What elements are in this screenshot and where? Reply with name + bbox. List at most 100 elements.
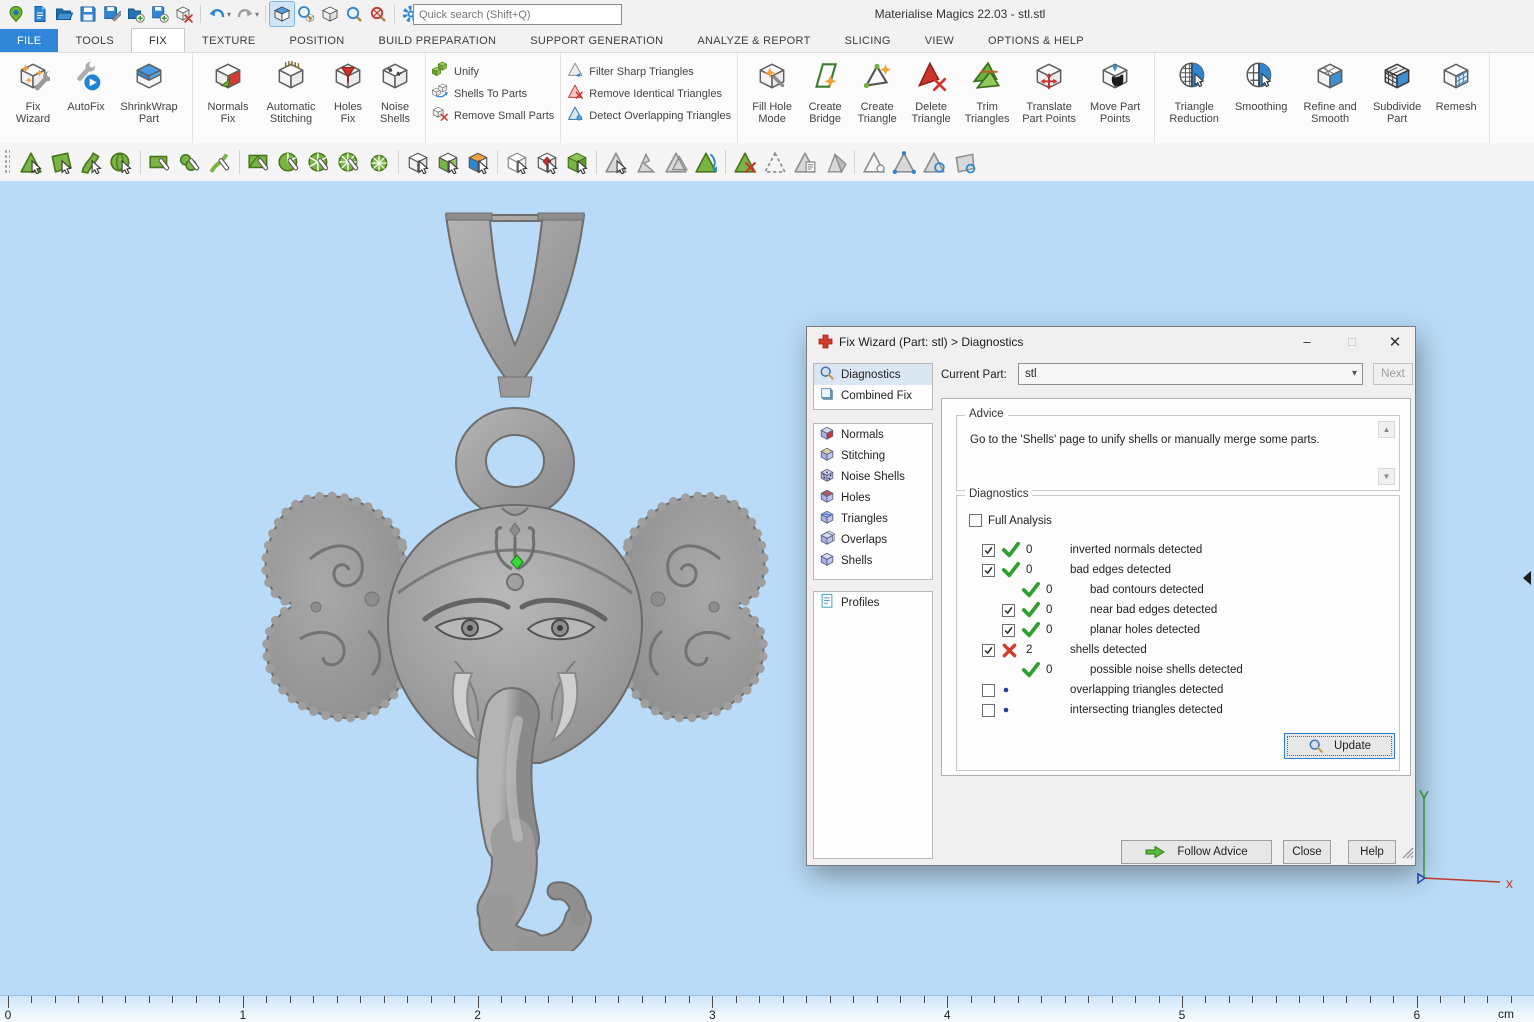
checkbox-overlapping-triangles-detected[interactable] — [982, 684, 995, 697]
autofix-button[interactable]: AutoFix — [63, 55, 109, 113]
unload-part-icon[interactable] — [172, 2, 196, 26]
zoom-in-icon[interactable] — [342, 2, 366, 26]
open-folder-icon[interactable] — [52, 2, 76, 26]
tab-texture[interactable]: TEXTURE — [185, 29, 272, 53]
refine-and-smooth-button[interactable]: Refine and Smooth — [1298, 55, 1362, 125]
undo-icon[interactable] — [205, 2, 229, 26]
checkbox-inverted-normals-detected[interactable] — [982, 544, 995, 557]
normals-fix-button[interactable]: Normals Fix — [202, 55, 254, 125]
next-button[interactable]: Next — [1373, 363, 1413, 385]
redo-dropdown-icon[interactable]: ▾ — [255, 10, 259, 19]
mark-rectangle-icon[interactable] — [146, 148, 174, 176]
automatic-stitching-button[interactable]: Automatic Stitching — [260, 55, 322, 125]
close-window-icon[interactable]: ✕ — [1375, 327, 1415, 356]
triangle-dashed-icon[interactable] — [761, 148, 789, 176]
fit-view-icon[interactable] — [270, 2, 294, 26]
remove-small-parts-button[interactable]: Remove Small Parts — [432, 105, 554, 127]
mark-curve-icon[interactable] — [206, 148, 234, 176]
checkbox-intersecting-triangles-detected[interactable] — [982, 704, 995, 717]
stl-model-ganesha-pendant[interactable] — [250, 191, 790, 956]
detect-overlapping-triangles-button[interactable]: Detect Overlapping Triangles — [567, 105, 731, 127]
checkbox-shells-detected[interactable] — [982, 644, 995, 657]
scroll-up-icon[interactable]: ▲ — [1378, 421, 1395, 438]
mark-pie-icon[interactable] — [275, 148, 303, 176]
triangle-dots-icon[interactable] — [890, 148, 918, 176]
tab-build-preparation[interactable]: BUILD PREPARATION — [361, 29, 513, 53]
shells-to-parts-button[interactable]: Shells To Parts — [432, 83, 554, 105]
dialog-titlebar[interactable]: Fix Wizard (Part: stl) > Diagnostics – □… — [807, 327, 1415, 357]
full-analysis-checkbox[interactable] — [969, 514, 982, 527]
search-input[interactable] — [413, 4, 622, 25]
remesh-button[interactable]: Remesh — [1432, 55, 1480, 113]
zoom-out-icon[interactable] — [366, 2, 390, 26]
create-triangle-button[interactable]: Create Triangle — [853, 55, 901, 125]
tab-slicing[interactable]: SLICING — [828, 29, 908, 53]
delete-triangle-button[interactable]: Delete Triangle — [907, 55, 955, 125]
move-part-points-button[interactable]: Move Part Points — [1085, 55, 1145, 125]
shrinkwrap-part-button[interactable]: ShrinkWrap Part — [115, 55, 183, 125]
create-bridge-button[interactable]: Create Bridge — [803, 55, 847, 125]
smoothing-button[interactable]: Smoothing — [1230, 55, 1292, 113]
wizard-page-triangles[interactable]: Triangles — [814, 508, 932, 529]
undo-dropdown-icon[interactable]: ▾ — [227, 10, 231, 19]
triangle-view-icon[interactable] — [602, 148, 630, 176]
wizard-page-holes[interactable]: Holes — [814, 487, 932, 508]
redo-icon[interactable] — [233, 2, 257, 26]
resize-grip[interactable] — [1400, 845, 1414, 864]
triangle-arrows-icon[interactable] — [692, 148, 720, 176]
triangle-info-icon[interactable] — [791, 148, 819, 176]
wizard-page-stitching[interactable]: Stitching — [814, 445, 932, 466]
tab-fix[interactable]: FIX — [131, 28, 185, 53]
follow-advice-button[interactable]: Follow Advice — [1121, 840, 1272, 864]
quad-ring-icon[interactable] — [950, 148, 978, 176]
holes-fix-button[interactable]: Holes Fix — [328, 55, 368, 125]
select-cube-dark-icon[interactable] — [563, 148, 591, 176]
triangle-reduction-button[interactable]: Triangle Reduction — [1164, 55, 1224, 125]
new-file-icon[interactable] — [28, 2, 52, 26]
wizard-page-combined-fix[interactable]: Combined Fix — [814, 385, 932, 406]
mark-wheel-icon[interactable] — [335, 148, 363, 176]
save-icon[interactable] — [76, 2, 100, 26]
checkbox-near-bad-edges-detected[interactable] — [1002, 604, 1015, 617]
mark-wheel-small-icon[interactable] — [365, 148, 393, 176]
checkbox-planar-holes-detected[interactable] — [1002, 624, 1015, 637]
triangle-ring-icon[interactable] — [920, 148, 948, 176]
select-shells-icon[interactable] — [107, 148, 135, 176]
fill-hole-mode-button[interactable]: Fill Hole Mode — [747, 55, 797, 125]
tab-tools[interactable]: TOOLS — [58, 29, 131, 53]
view-cube-icon[interactable] — [318, 2, 342, 26]
select-planes-icon[interactable] — [47, 148, 75, 176]
wizard-page-shells[interactable]: Shells — [814, 550, 932, 571]
remove-identical-triangles-button[interactable]: Remove Identical Triangles — [567, 83, 731, 105]
toolbar-drag-handle-icon[interactable] — [4, 149, 10, 175]
select-surfaces-icon[interactable] — [77, 148, 105, 176]
subdivide-part-button[interactable]: Subdivide Part — [1368, 55, 1426, 125]
mark-flower-icon[interactable] — [305, 148, 333, 176]
tab-position[interactable]: POSITION — [272, 29, 361, 53]
unify-button[interactable]: Unify — [432, 61, 554, 83]
translate-part-points-button[interactable]: Translate Part Points — [1019, 55, 1079, 125]
select-cube-gem-icon[interactable] — [533, 148, 561, 176]
select-cube-outline-icon[interactable] — [503, 148, 531, 176]
select-cube-green-icon[interactable] — [434, 148, 462, 176]
triangle-pair-icon[interactable] — [662, 148, 690, 176]
noise-shells-button[interactable]: Noise Shells — [374, 55, 416, 125]
minimize-button[interactable]: – — [1287, 327, 1327, 356]
current-part-select[interactable]: stl ▾ — [1018, 363, 1363, 385]
tab-file[interactable]: FILE — [0, 29, 58, 53]
save-as-icon[interactable] — [100, 2, 124, 26]
viewport-edge-handle[interactable] — [1522, 570, 1532, 591]
zoom-part-icon[interactable] — [294, 2, 318, 26]
wizard-page-normals[interactable]: Normals — [814, 424, 932, 445]
tab-analyze-report[interactable]: ANALYZE & REPORT — [680, 29, 827, 53]
tab-view[interactable]: VIEW — [908, 29, 971, 53]
tab-options-help[interactable]: OPTIONS & HELP — [971, 29, 1101, 53]
tab-support-generation[interactable]: SUPPORT GENERATION — [513, 29, 680, 53]
mark-window-icon[interactable] — [245, 148, 273, 176]
help-button[interactable]: Help — [1348, 840, 1396, 864]
close-button[interactable]: Close — [1283, 840, 1331, 864]
triangle-fold-icon[interactable] — [821, 148, 849, 176]
scroll-down-icon[interactable]: ▼ — [1378, 468, 1395, 485]
trim-triangles-button[interactable]: Trim Triangles — [961, 55, 1013, 125]
select-cube-white-icon[interactable] — [404, 148, 432, 176]
